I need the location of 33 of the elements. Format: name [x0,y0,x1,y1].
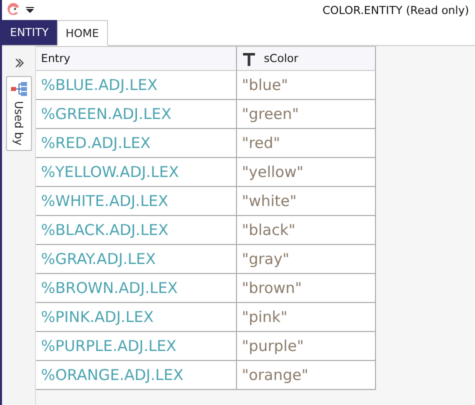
table-cell: "brown" [236,274,376,303]
table-cell: "blue" [236,71,376,100]
table-cell: %GRAY.ADJ.LEX [36,245,237,274]
table-cell: "white" [236,187,376,216]
table-cell: "red" [236,129,376,158]
table-cell: %BLACK.ADJ.LEX [36,216,237,245]
table-cell: %GREEN.ADJ.LEX [36,100,237,129]
table-cell: "gray" [236,245,376,274]
table-cell: %BLUE.ADJ.LEX [36,71,237,100]
dropdown-icon[interactable] [26,6,34,14]
text-type-icon [242,50,256,66]
table-cell: %PINK.ADJ.LEX [36,303,237,332]
app-logo-icon [6,2,20,18]
table-cell: %PURPLE.ADJ.LEX [36,332,237,361]
table-cell: "purple" [236,332,376,361]
table-cell: "green" [236,100,376,129]
column-header[interactable]: Entry [36,46,237,71]
table-cell: %RED.ADJ.LEX [36,129,237,158]
expand-icon[interactable] [14,58,24,68]
table-cell: %WHITE.ADJ.LEX [36,187,237,216]
table-cell: %BROWN.ADJ.LEX [36,274,237,303]
table-cell: "black" [236,216,376,245]
entity-menu-tab[interactable]: ENTITY [2,20,57,45]
table-cell: %ORANGE.ADJ.LEX [36,361,237,390]
column-header[interactable]: sColor [236,46,376,71]
used-by-tab[interactable]: Used by [6,76,32,151]
table-cell: %YELLOW.ADJ.LEX [36,158,237,187]
table-cell: "orange" [236,361,376,390]
table-cell: "pink" [236,303,376,332]
table-cell: "yellow" [236,158,376,187]
tree-icon [10,81,28,97]
ribbon-tab[interactable]: HOME [56,20,108,46]
window-title: COLOR.ENTITY (Read only) [322,4,469,16]
